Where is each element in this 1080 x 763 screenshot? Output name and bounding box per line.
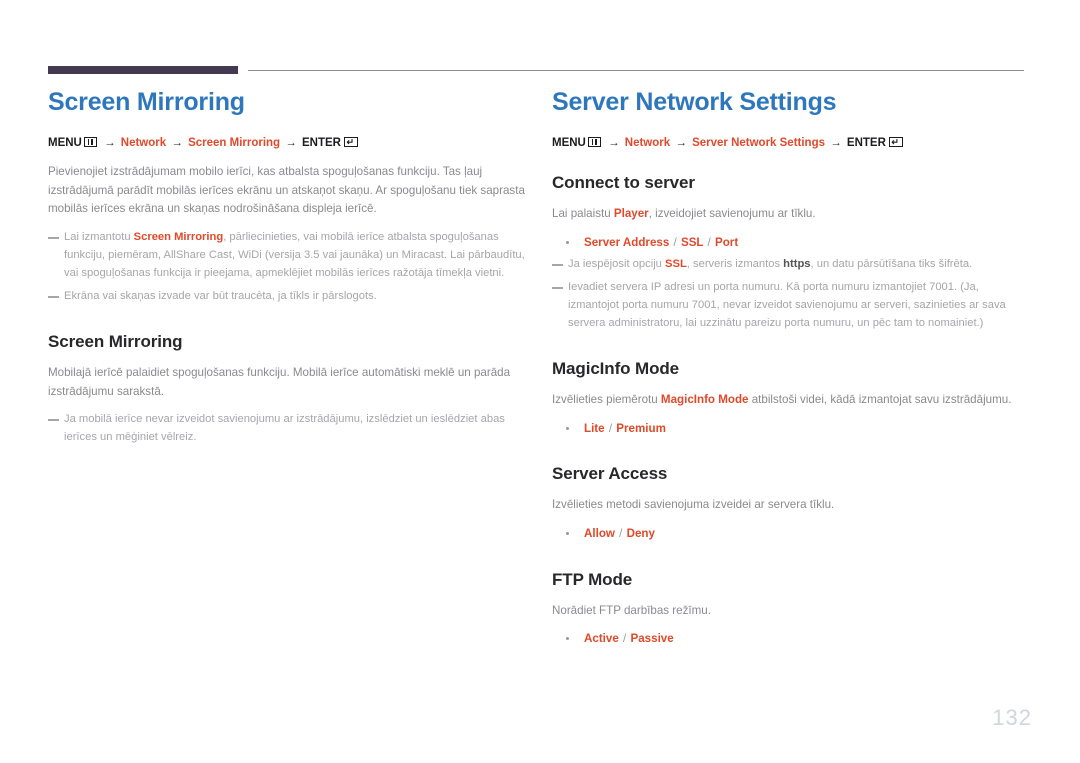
arrow-icon-2: → (171, 136, 183, 149)
arrow-icon-2: → (675, 136, 687, 149)
option-label: Allow / Deny (584, 527, 655, 540)
header-accent-bar (48, 66, 238, 74)
note-dash-icon (48, 295, 59, 298)
option-value[interactable]: Deny (623, 527, 655, 540)
header-rules (48, 66, 1024, 75)
option-value[interactable]: Passive (627, 632, 673, 645)
enter-label: ENTER (846, 136, 886, 149)
section-body-magicinfo-mode: Izvēlieties piemērotu MagicInfo Mode atb… (552, 391, 1032, 410)
right-column: Server Network Settings MENU → Network →… (552, 88, 1032, 653)
option-value[interactable]: Allow (584, 527, 618, 540)
note-text-strong: https (783, 258, 811, 271)
page-title-right: Server Network Settings (552, 88, 837, 116)
option-label: Active / Passive (584, 632, 674, 645)
option-value[interactable]: Active (584, 632, 622, 645)
section-title-magicinfo-mode: MagicInfo Mode (552, 358, 680, 378)
option-label: Lite / Premium (584, 422, 666, 435)
note-item: Ekrāna vai skaņas izvade var būt traucēt… (48, 288, 528, 306)
menu-grid-icon (83, 136, 97, 147)
note-dash-icon (48, 419, 59, 422)
note-text-accent: SSL (665, 258, 687, 271)
note-text-prefix: Ekrāna vai skaņas izvade var būt traucēt… (64, 289, 377, 302)
section-body-server-access: Izvēlieties metodi savienojuma izveidei … (552, 496, 1032, 515)
body-prefix: Norādiet FTP darbības režīmu. (552, 603, 711, 617)
page-title-left: Screen Mirroring (48, 88, 245, 116)
arrow-icon-1: → (608, 136, 620, 149)
bullet-icon (566, 240, 569, 244)
note-item: Ja iespējosit opciju SSL, serveris izman… (552, 256, 1032, 274)
option-item[interactable]: Active / Passive (552, 630, 1032, 649)
arrow-icon-1: → (104, 136, 116, 149)
intro-paragraph-left: Pievienojiet izstrādājumam mobilo ierīci… (48, 164, 525, 216)
section-title-server-access: Server Access (552, 464, 668, 484)
breadcrumb-right: MENU → Network → Server Network Settings… (552, 135, 1032, 151)
manual-page: Screen Mirroring MENU → Network → Screen… (0, 0, 1080, 763)
bullet-icon (566, 531, 569, 535)
option-value[interactable]: Port (712, 236, 738, 249)
breadcrumb-crumb-screen-mirroring[interactable]: Screen Mirroring (188, 137, 280, 149)
note-item: Ja mobilā ierīce nevar izveidot savienoj… (48, 411, 528, 447)
option-value[interactable]: Server Address (584, 236, 673, 249)
note-text: Ja mobilā ierīce nevar izveidot savienoj… (64, 413, 505, 444)
note-text-accent: Screen Mirroring (133, 231, 224, 244)
body-prefix: Izvēlieties metodi savienojuma izveidei … (552, 498, 835, 512)
section-title-screen-mirroring: Screen Mirroring (48, 331, 183, 351)
note-dash-icon (48, 237, 59, 239)
header-thin-rule (248, 70, 1024, 71)
body-prefix: Lai palaistu (552, 206, 614, 220)
note-text-p1: Ja iespējosit opciju (568, 258, 666, 271)
body-prefix: Izvēlieties piemērotu (552, 392, 661, 406)
note-text-prefix: Lai izmantotu (64, 231, 134, 244)
option-item[interactable]: Server Address / SSL / Port (552, 234, 1032, 253)
note-text-p2: , serveris izmantos (686, 258, 784, 271)
menu-label: MENU (552, 136, 586, 149)
body-suffix: , izveidojiet savienojumu ar tīklu. (648, 206, 816, 220)
option-item[interactable]: Lite / Premium (552, 420, 1032, 439)
section-title-connect-to-server: Connect to server (552, 172, 695, 192)
enter-key-icon: ↵ (343, 136, 358, 147)
body-accent: Player (613, 206, 649, 220)
body-suffix: atbilstoši videi, kādā izmantojat savu i… (748, 392, 1012, 406)
body-accent: MagicInfo Mode (660, 392, 749, 406)
note-item: Ievadiet servera IP adresi un porta numu… (552, 279, 1032, 333)
page-number: 132 (992, 705, 1032, 730)
section-body-screen-mirroring: Mobilajā ierīcē palaidiet spoguļošanas f… (48, 365, 511, 398)
section-body-connect-to-server: Lai palaistu Player, izveidojiet savieno… (552, 205, 1032, 224)
left-column: Screen Mirroring MENU → Network → Screen… (48, 88, 528, 452)
breadcrumb-crumb-network[interactable]: Network (625, 137, 670, 149)
option-label: Server Address / SSL / Port (584, 236, 738, 249)
note-item: Lai izmantotu Screen Mirroring, pārlieci… (48, 229, 528, 283)
note-dash-icon (552, 287, 563, 289)
breadcrumb-crumb-server-network-settings[interactable]: Server Network Settings (692, 137, 825, 149)
bullet-icon (566, 426, 569, 430)
arrow-icon-3: → (285, 136, 297, 149)
option-value[interactable]: SSL (678, 236, 707, 249)
note-text-p1: Ievadiet servera IP adresi un porta numu… (568, 281, 1006, 329)
note-dash-icon (552, 264, 563, 266)
option-value[interactable]: Lite (584, 422, 608, 435)
menu-grid-icon (587, 136, 601, 147)
enter-key-icon: ↵ (888, 136, 903, 147)
bullet-icon (566, 637, 569, 641)
note-text-p3: , un datu pārsūtīšana tiks šifrēta. (810, 258, 973, 271)
breadcrumb-left: MENU → Network → Screen Mirroring → ENTE… (48, 135, 528, 151)
arrow-icon-3: → (830, 136, 842, 149)
option-value[interactable]: Premium (613, 422, 666, 435)
menu-label: MENU (48, 136, 82, 149)
breadcrumb-crumb-network[interactable]: Network (121, 137, 166, 149)
section-body-ftp-mode: Norādiet FTP darbības režīmu. (552, 602, 1032, 621)
option-item[interactable]: Allow / Deny (552, 525, 1032, 544)
section-title-ftp-mode: FTP Mode (552, 569, 633, 589)
enter-label: ENTER (302, 136, 341, 149)
